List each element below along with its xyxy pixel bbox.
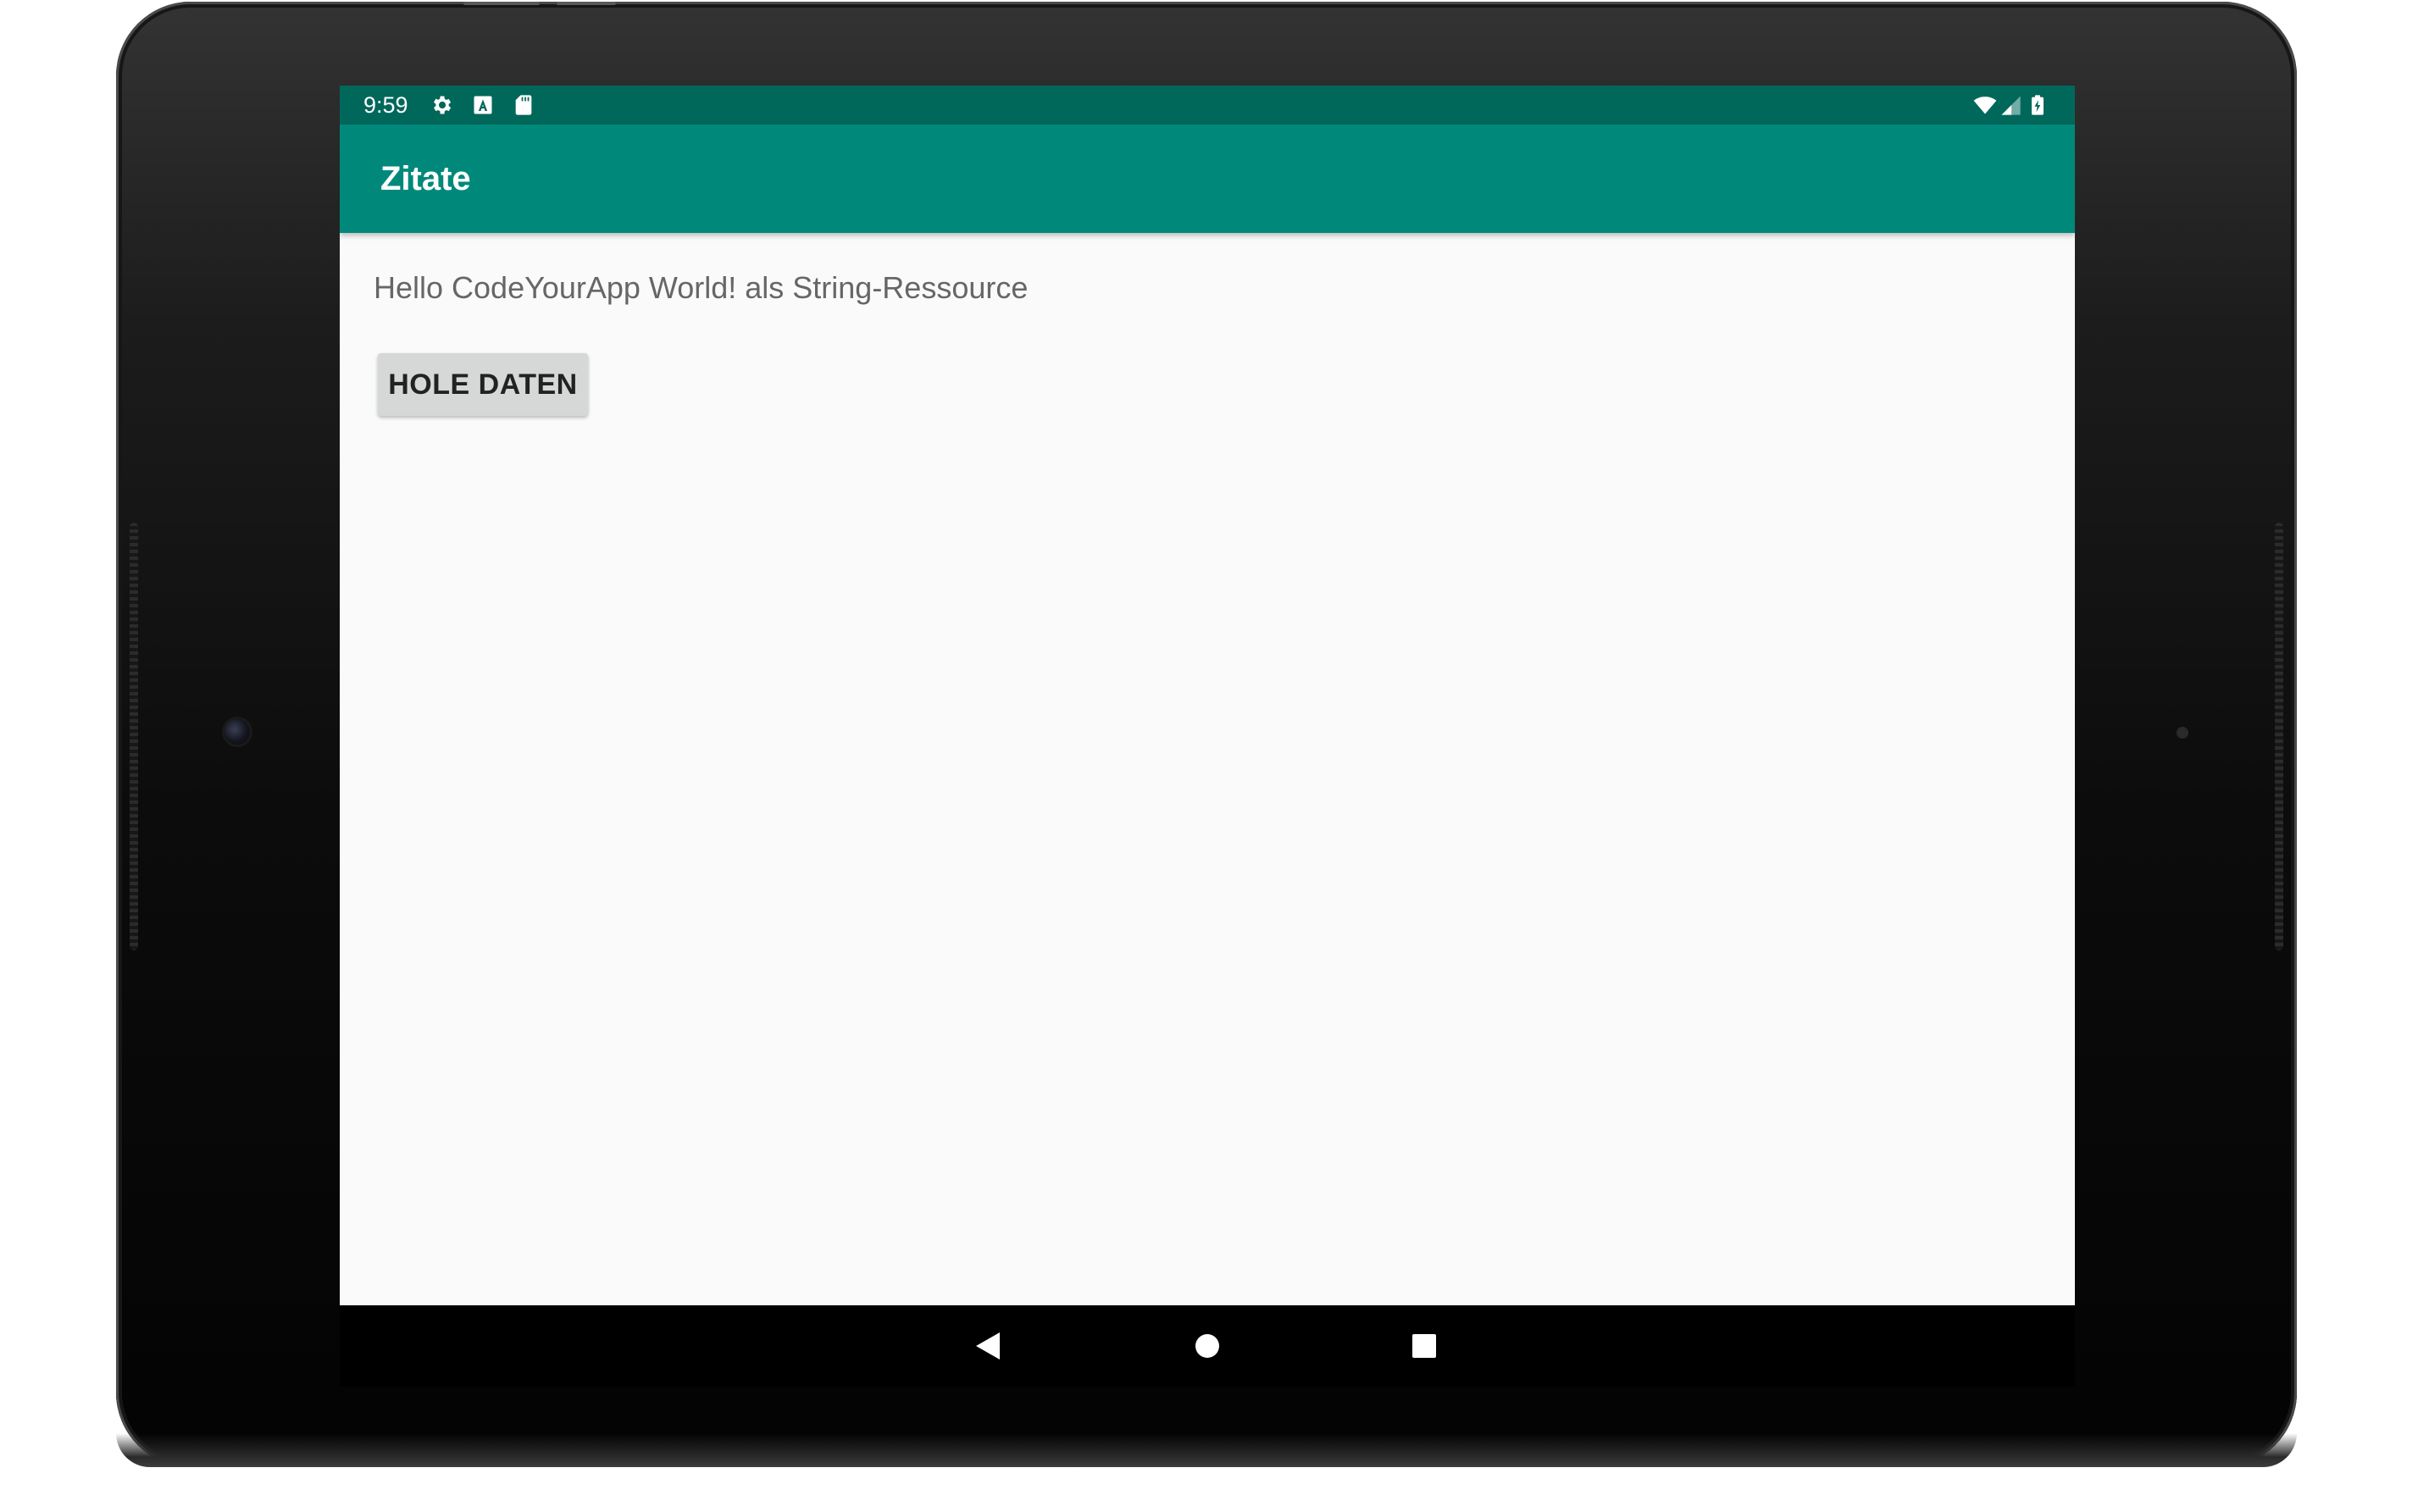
speaker-grille-left xyxy=(130,523,138,950)
hardware-button xyxy=(557,2,616,5)
wifi-icon xyxy=(1973,97,1997,114)
sd-card-icon xyxy=(515,95,532,115)
settings-gear-icon xyxy=(434,96,452,114)
recents-icon[interactable] xyxy=(1399,1321,1450,1371)
home-icon[interactable] xyxy=(1182,1321,1233,1371)
device-bottom-rim xyxy=(116,1433,2297,1467)
app-title: Zitate xyxy=(380,160,471,197)
battery-charging-icon xyxy=(2032,95,2044,115)
status-time: 9:59 xyxy=(363,92,408,118)
light-sensor xyxy=(2177,727,2188,739)
cell-signal-icon xyxy=(2001,96,2021,115)
speaker-grille-right xyxy=(2275,523,2283,950)
status-bar: 9:59 xyxy=(340,86,2075,125)
back-icon[interactable] xyxy=(963,1321,1014,1371)
navigation-bar xyxy=(340,1305,2075,1387)
hole-daten-button[interactable]: HOLE DATEN xyxy=(378,353,588,416)
front-camera-icon xyxy=(225,719,250,745)
hardware-button xyxy=(463,2,540,5)
hello-text-label: Hello CodeYourApp World! als String-Ress… xyxy=(374,270,1029,305)
text-a-icon xyxy=(474,96,492,114)
app-bar: Zitate xyxy=(340,125,2075,233)
device-screen: 9:59 Zitate Hello CodeYourApp World! als… xyxy=(340,86,2075,1305)
